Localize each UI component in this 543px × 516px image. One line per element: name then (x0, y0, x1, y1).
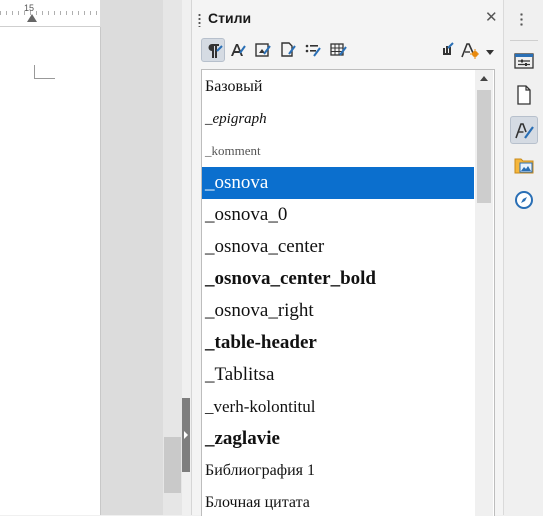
document-vertical-scrollbar[interactable] (163, 0, 182, 515)
horizontal-ruler[interactable]: 15 (0, 0, 100, 27)
style-list-item[interactable]: _zaglavie (202, 423, 474, 455)
style-list-item[interactable]: _Tablitsa (202, 359, 474, 391)
style-list-item[interactable]: _komment (202, 135, 474, 167)
character-styles-button[interactable] (226, 38, 250, 62)
ruler-number: 15 (24, 3, 35, 13)
text-boundary-corner (34, 65, 55, 79)
close-icon[interactable]: ✕ (485, 8, 498, 26)
table-styles-icon (330, 43, 347, 56)
panel-title: Стили (208, 10, 252, 26)
document-area: 15 (0, 0, 163, 515)
new-style-menu-button[interactable] (458, 38, 482, 62)
table-styles-button[interactable] (326, 38, 350, 62)
style-list-item[interactable]: Базовый (202, 71, 474, 103)
vertical-dots-icon[interactable] (520, 12, 523, 26)
panel-header: Стили ✕ (192, 6, 503, 32)
list-styles-button[interactable] (301, 38, 325, 62)
chevron-down-icon[interactable] (486, 50, 494, 55)
styles-list-scroll-thumb[interactable] (477, 90, 491, 203)
right-sidebar (503, 0, 543, 515)
style-list-item[interactable]: _epigraph (202, 103, 474, 135)
styles-toolbar (192, 36, 503, 66)
document-scroll-thumb[interactable] (164, 437, 181, 493)
frame-styles-button[interactable] (251, 38, 275, 62)
style-list-item[interactable]: _osnova_0 (202, 199, 474, 231)
page-styles-button[interactable] (276, 38, 300, 62)
document-page[interactable] (0, 27, 100, 515)
navigator-icon (515, 191, 533, 209)
fill-format-mode-button[interactable] (436, 38, 460, 62)
sidebar-page-button[interactable] (510, 81, 538, 109)
ruler-ticks (0, 11, 100, 15)
scroll-up-icon[interactable] (480, 76, 488, 81)
style-list-item[interactable]: _table-header (202, 327, 474, 359)
styles-list-scrollbar[interactable] (475, 70, 493, 516)
fill-format-mode-icon (443, 42, 454, 55)
sidebar-properties-button[interactable] (510, 47, 538, 75)
paragraph-styles-icon (208, 44, 223, 58)
new-style-menu-icon (461, 43, 479, 59)
sidebar-separator (510, 40, 538, 41)
indent-marker-icon[interactable] (27, 14, 37, 22)
style-list-item[interactable]: _osnova_center_bold (202, 263, 474, 295)
list-styles-icon (305, 44, 321, 57)
panel-grip-icon[interactable] (198, 13, 201, 27)
page-icon (517, 85, 531, 105)
styles-list[interactable]: Базовый _epigraph _komment _osnova _osnova_0… (201, 69, 495, 516)
sidebar-gallery-button[interactable] (510, 151, 538, 179)
style-list-item[interactable]: _verh-kolontitul (202, 391, 474, 423)
styles-icon (515, 123, 534, 139)
frame-styles-icon (255, 43, 271, 57)
paragraph-styles-button[interactable] (201, 38, 225, 62)
style-list-item[interactable]: _osnova_center (202, 231, 474, 263)
gallery-icon (514, 158, 534, 174)
character-styles-icon (231, 44, 246, 56)
sidebar-navigator-button[interactable] (510, 186, 538, 214)
expand-arrow-icon (184, 431, 188, 439)
style-list-item[interactable]: _osnova (202, 167, 474, 199)
styles-panel: Стили ✕ Базовый _epigraph _komment _osno… (191, 0, 503, 516)
sidebar-collapse-handle[interactable] (182, 398, 190, 472)
sidebar-styles-button[interactable] (510, 116, 538, 144)
style-list-item[interactable]: _osnova_right (202, 295, 474, 327)
style-list-item[interactable]: Блочная цитата (202, 487, 474, 516)
properties-icon (514, 53, 534, 69)
style-list-item[interactable]: Библиография 1 (202, 455, 474, 487)
page-styles-icon (281, 42, 296, 57)
